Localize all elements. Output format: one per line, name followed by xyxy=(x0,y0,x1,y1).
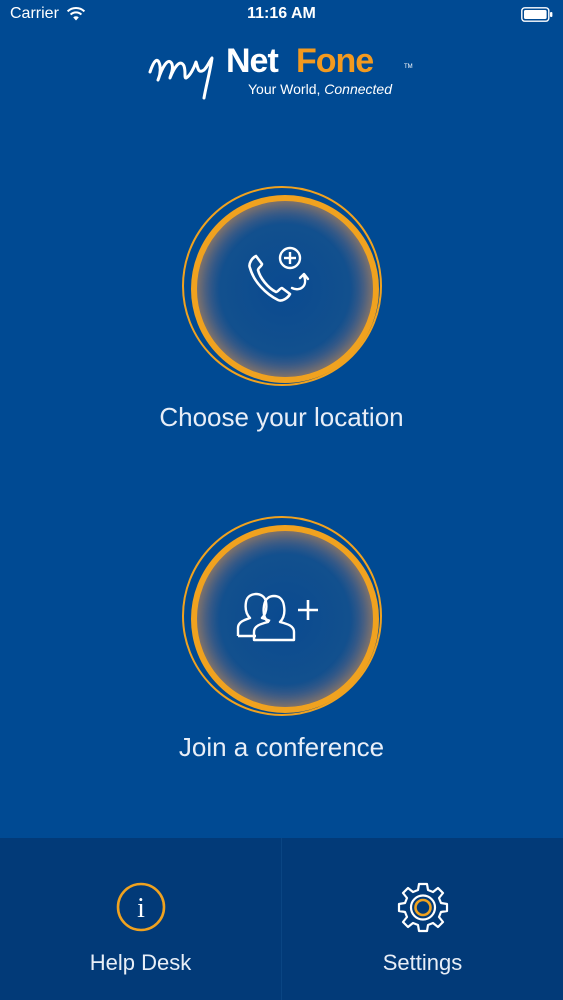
bottom-toolbar: i Help Desk Settings xyxy=(0,838,563,1000)
group-add-icon xyxy=(236,592,318,642)
mynetfone-logo: Net Fone TM Your World, Connected xyxy=(148,38,418,102)
choose-location-label[interactable]: Choose your location xyxy=(0,402,563,433)
logo-tagline-plain: Your World, xyxy=(248,81,325,97)
info-icon: i xyxy=(116,882,166,932)
logo-fone-text: Fone xyxy=(296,42,374,80)
phone-add-icon xyxy=(248,246,310,302)
logo-script-my xyxy=(148,56,214,100)
logo-tagline: Your World, Connected xyxy=(248,81,392,97)
status-bar: Carrier 11:16 AM xyxy=(0,0,563,30)
join-conference-button[interactable] xyxy=(182,516,382,716)
logo-net-text: Net xyxy=(226,42,279,80)
battery-icon xyxy=(521,7,553,22)
gear-icon xyxy=(397,882,449,933)
join-conference-label[interactable]: Join a conference xyxy=(0,732,563,763)
settings-label: Settings xyxy=(382,950,463,975)
help-desk-label: Help Desk xyxy=(89,950,192,975)
help-desk-button[interactable]: i Help Desk xyxy=(0,838,281,1000)
logo-tagline-italic: Connected xyxy=(324,81,392,97)
settings-button[interactable]: Settings xyxy=(282,838,563,1000)
svg-text:i: i xyxy=(137,893,145,924)
logo-trademark: TM xyxy=(404,64,413,70)
choose-location-button[interactable] xyxy=(182,186,382,386)
status-time: 11:16 AM xyxy=(247,5,316,22)
app-screen: Carrier 11:16 AM Net Fone TM Your World,… xyxy=(0,0,563,1000)
